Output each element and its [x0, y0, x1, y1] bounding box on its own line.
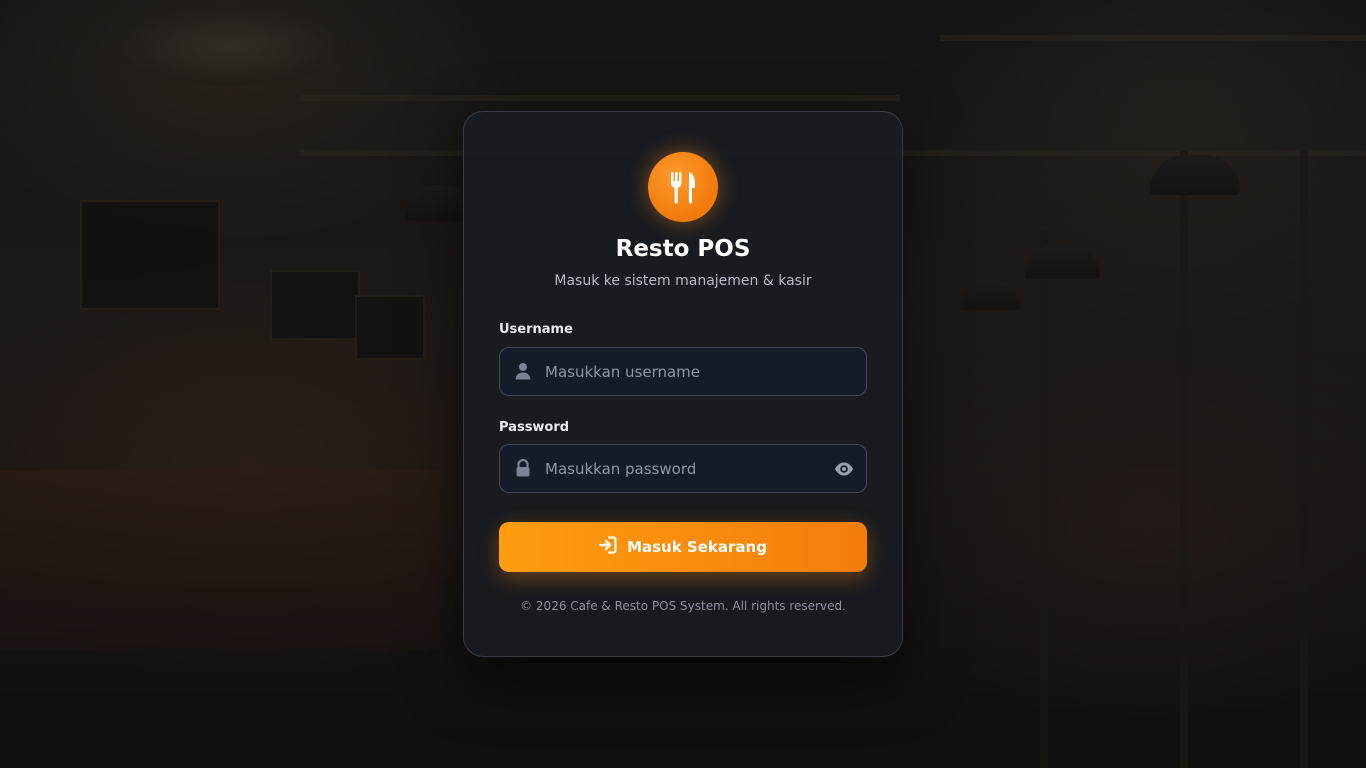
- eye-icon[interactable]: [834, 459, 854, 479]
- username-input[interactable]: [545, 348, 825, 395]
- user-icon: [514, 362, 532, 380]
- copyright-text: © 2026 Cafe & Resto POS System. All righ…: [520, 599, 846, 613]
- password-input[interactable]: [545, 445, 825, 492]
- app-subtitle: Masuk ke sistem manajemen & kasir: [554, 273, 812, 289]
- login-button[interactable]: Masuk Sekarang: [499, 522, 867, 572]
- username-field[interactable]: [499, 347, 867, 396]
- username-label: Username: [499, 322, 573, 337]
- utensils-icon: [648, 152, 718, 222]
- sign-in-icon: [599, 536, 617, 558]
- password-field[interactable]: [499, 444, 867, 493]
- login-button-label: Masuk Sekarang: [627, 538, 767, 556]
- password-label: Password: [499, 420, 570, 435]
- lock-icon: [514, 458, 532, 477]
- app-title: Resto POS: [615, 236, 751, 262]
- login-card: Resto POS Masuk ke sistem manajemen & ka…: [463, 111, 903, 657]
